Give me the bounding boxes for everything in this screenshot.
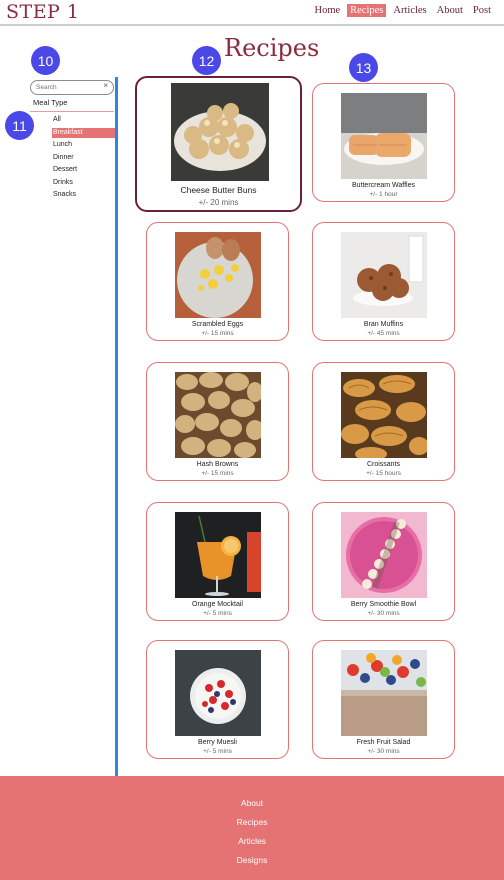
recipe-name: Berry Muesli [198, 739, 237, 746]
filter-drinks[interactable]: Drinks [52, 178, 116, 188]
recipe-time: +/- 30 mins [367, 748, 400, 755]
recipe-name: Buttercream Waffles [351, 182, 416, 189]
filter-snacks[interactable]: Snacks [52, 190, 116, 200]
recipe-card-scrambled-eggs[interactable]: Scrambled Eggs +/- 15 mins [146, 222, 289, 341]
recipe-name: Bran Muffins [363, 321, 404, 328]
croissants-icon [341, 372, 427, 458]
nav-home[interactable]: Home [311, 4, 343, 17]
waffles-icon [341, 93, 427, 179]
recipe-time: +/- 30 mins [367, 610, 400, 617]
recipe-time: +/- 20 mins [198, 198, 239, 207]
main-nav: Home Recipes Articles About Post [311, 4, 494, 17]
recipe-card-fresh-fruit-salad[interactable]: Fresh Fruit Salad +/- 30 mins [312, 640, 455, 759]
recipe-card-orange-mocktail[interactable]: Orange Mocktail +/- 5 mins [146, 502, 289, 621]
recipe-card-buttercream-waffles[interactable]: Buttercream Waffles +/- 1 hour [312, 83, 455, 202]
buns-icon [171, 83, 269, 181]
footer-link-designs[interactable]: Designs [0, 855, 504, 865]
footer-link-recipes[interactable]: Recipes [0, 817, 504, 827]
filter-all[interactable]: All [52, 115, 116, 125]
filter-dinner[interactable]: Dinner [52, 153, 116, 163]
potatoes-icon [175, 372, 261, 458]
recipe-card-bran-muffins[interactable]: Bran Muffins +/- 45 mins [312, 222, 455, 341]
nav-post[interactable]: Post [470, 4, 494, 17]
recipe-card-hash-browns[interactable]: Hash Browns +/- 15 mins [146, 362, 289, 481]
annotation-badge-11: 11 [5, 111, 34, 140]
recipe-time: +/- 5 mins [203, 748, 232, 755]
recipe-time: +/- 45 mins [367, 330, 400, 337]
recipe-name: Cheese Butter Buns [180, 185, 257, 195]
recipe-card-cheese-butter-buns[interactable]: Cheese Butter Buns +/- 20 mins [135, 76, 302, 212]
annotation-badge-12: 12 [192, 46, 221, 75]
recipe-time: +/- 5 mins [203, 610, 232, 617]
recipe-name: Scrambled Eggs [191, 321, 244, 328]
recipe-card-berry-smoothie-bowl[interactable]: Berry Smoothie Bowl +/- 30 mins [312, 502, 455, 621]
fruit-salad-icon [341, 650, 427, 736]
meal-type-divider [30, 111, 114, 112]
annotation-badge-10: 10 [31, 46, 60, 75]
muffins-icon [341, 232, 427, 318]
page-title: Recipes [224, 34, 320, 62]
filter-breakfast[interactable]: Breakfast [52, 127, 116, 138]
recipe-card-berry-muesli[interactable]: Berry Muesli +/- 5 mins [146, 640, 289, 759]
mocktail-icon [175, 512, 261, 598]
recipe-name: Croissants [366, 461, 401, 468]
meal-type-filter-list: All Breakfast Lunch Dinner Dessert Drink… [52, 115, 116, 203]
nav-articles[interactable]: Articles [390, 4, 429, 17]
sidebar-divider [115, 77, 118, 780]
recipe-name: Hash Browns [196, 461, 239, 468]
filter-lunch[interactable]: Lunch [52, 140, 116, 150]
top-nav-bar: STEP 1 Home Recipes Articles About Post [0, 0, 504, 26]
site-logo[interactable]: STEP 1 [6, 1, 79, 23]
meal-type-label: Meal Type [33, 98, 68, 107]
recipe-card-croissants[interactable]: Croissants +/- 15 hours [312, 362, 455, 481]
recipe-time: +/- 15 mins [201, 470, 234, 477]
recipe-name: Orange Mocktail [192, 601, 243, 608]
muesli-icon [175, 650, 261, 736]
eggs-icon [175, 232, 261, 318]
recipe-time: +/- 1 hour [369, 191, 398, 198]
recipe-name: Berry Smoothie Bowl [350, 601, 417, 608]
annotation-badge-13: 13 [349, 53, 378, 82]
recipe-time: +/- 15 mins [201, 330, 234, 337]
search-field[interactable]: × [30, 80, 114, 95]
filter-dessert[interactable]: Dessert [52, 165, 116, 175]
footer-link-articles[interactable]: Articles [0, 836, 504, 846]
nav-about[interactable]: About [434, 4, 466, 17]
smoothie-bowl-icon [341, 512, 427, 598]
clear-search-icon[interactable]: × [103, 81, 108, 90]
recipe-time: +/- 15 hours [366, 470, 401, 477]
footer: About Recipes Articles Designs [0, 776, 504, 880]
recipe-name: Fresh Fruit Salad [356, 739, 411, 746]
nav-recipes[interactable]: Recipes [347, 4, 387, 17]
footer-link-about[interactable]: About [0, 798, 504, 808]
search-input[interactable] [36, 82, 98, 92]
